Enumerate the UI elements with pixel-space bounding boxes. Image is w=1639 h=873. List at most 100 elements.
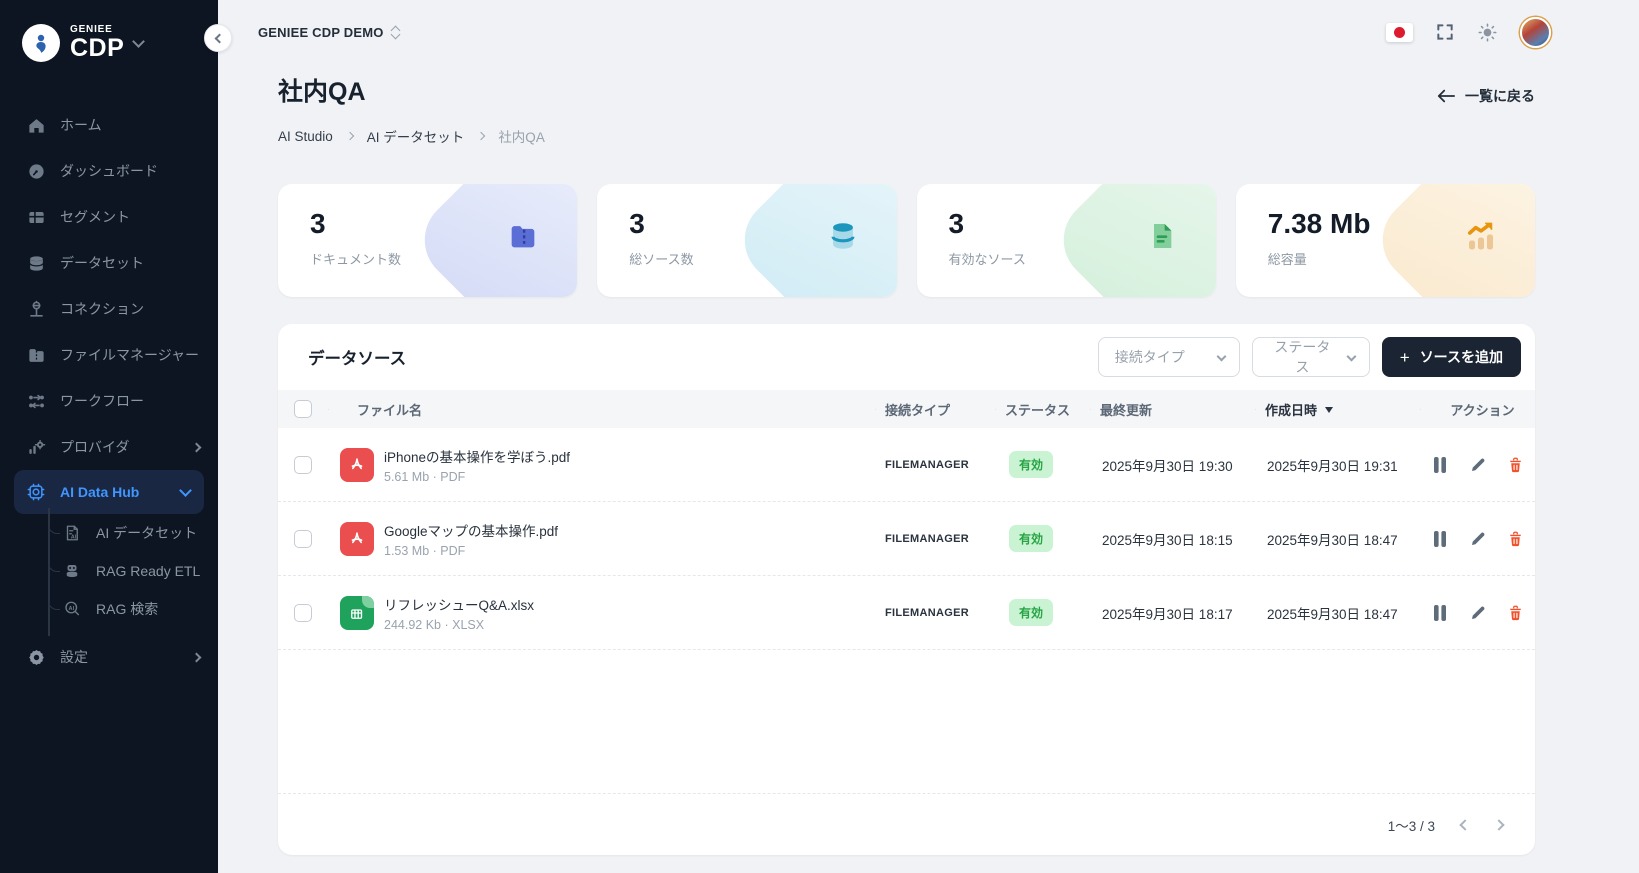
pause-button[interactable]: [1429, 602, 1451, 624]
stat-decoration: [408, 184, 578, 297]
chevron-down-icon: [1216, 351, 1226, 361]
sidebar-item-label: プロバイダ: [60, 437, 179, 457]
status-badge: 有効: [1009, 451, 1053, 478]
app-root: GENIEE CDP ホーム ダッシュボード セグメント データセット: [0, 0, 1639, 873]
table-header: ファイル名 接続タイプ ステータス 最終更新 作成日時 アクション: [278, 390, 1535, 428]
row-checkbox[interactable]: [294, 456, 312, 474]
sidebar-item-label: RAG 検索: [96, 599, 158, 619]
breadcrumb-ai-dataset[interactable]: AI データセット: [367, 126, 465, 146]
column-last-updated: 最終更新: [1090, 400, 1255, 419]
xlsx-file-icon: [340, 596, 374, 630]
pagination-range: 1〜3 / 3: [1388, 815, 1435, 835]
topbar: GENIEE CDP DEMO: [218, 0, 1639, 58]
last-updated: 2025年9月30日 19:30: [1090, 455, 1255, 475]
file-name: リフレッシューQ&A.xlsx: [384, 594, 534, 614]
sidebar-item-label: ワークフロー: [60, 391, 200, 411]
file-meta: 5.61 Mb · PDF: [384, 470, 570, 484]
status-filter[interactable]: ステータス: [1252, 337, 1370, 377]
row-checkbox[interactable]: [294, 530, 312, 548]
japan-flag-icon[interactable]: [1386, 23, 1413, 42]
sidebar-item-ai-data-hub[interactable]: AI Data Hub: [14, 470, 204, 514]
stat-card-active-sources: 3 有効なソース: [917, 184, 1216, 297]
fullscreen-icon[interactable]: [1435, 22, 1455, 42]
connection-type: FILEMANAGER: [875, 533, 995, 545]
stat-decoration: [727, 184, 897, 297]
breadcrumb-ai-studio[interactable]: AI Studio: [278, 129, 333, 144]
column-created-at[interactable]: 作成日時: [1255, 400, 1420, 419]
sidebar-item-dashboard[interactable]: ダッシュボード: [0, 148, 218, 194]
sidebar-item-rag-search[interactable]: AI RAG 検索: [0, 590, 218, 628]
sources-icon: [823, 216, 863, 256]
sidebar-item-workflow[interactable]: ワークフロー: [0, 378, 218, 424]
created-at: 2025年9月30日 18:47: [1255, 529, 1420, 549]
pdf-file-icon: [340, 448, 374, 482]
sidebar-item-label: 設定: [60, 647, 179, 667]
edit-button[interactable]: [1467, 454, 1489, 476]
sidebar-item-filemanager[interactable]: ファイルマネージャー: [0, 332, 218, 378]
pause-button[interactable]: [1429, 528, 1451, 550]
ai-data-hub-subnav: AI AI データセット RAG Ready ETL AI RAG 検索: [0, 514, 218, 628]
topbar-actions: [1386, 17, 1551, 48]
file-name: Googleマップの基本操作.pdf: [384, 520, 558, 540]
stat-decoration: [1365, 184, 1535, 297]
logo-brand-main: CDP: [70, 36, 124, 61]
delete-button[interactable]: [1505, 602, 1527, 624]
dataset-icon: [26, 253, 46, 273]
connection-type-filter[interactable]: 接続タイプ: [1098, 337, 1240, 377]
pagination: 1〜3 / 3: [278, 793, 1535, 855]
sidebar-item-ai-dataset[interactable]: AI AI データセット: [0, 514, 218, 552]
sidebar-item-label: AI Data Hub: [60, 484, 167, 500]
edit-button[interactable]: [1467, 602, 1489, 624]
status-badge: 有効: [1009, 525, 1053, 552]
ai-dataset-icon: AI: [62, 523, 82, 543]
delete-button[interactable]: [1505, 454, 1527, 476]
delete-button[interactable]: [1505, 528, 1527, 550]
breadcrumb-current: 社内QA: [498, 126, 545, 146]
sidebar-item-segment[interactable]: セグメント: [0, 194, 218, 240]
sidebar-item-label: RAG Ready ETL: [96, 563, 200, 579]
row-checkbox[interactable]: [294, 604, 312, 622]
prev-page-button[interactable]: [1461, 821, 1469, 829]
column-status: ステータス: [995, 400, 1090, 419]
workflow-icon: [26, 391, 46, 411]
sidebar-item-dataset[interactable]: データセット: [0, 240, 218, 286]
pause-button[interactable]: [1429, 454, 1451, 476]
page-header: 社内QA 一覧に戻る: [218, 72, 1639, 108]
back-to-list-link[interactable]: 一覧に戻る: [1437, 86, 1535, 106]
sidebar-item-label: データセット: [60, 253, 200, 273]
sidebar-item-connection[interactable]: コネクション: [0, 286, 218, 332]
select-all-checkbox[interactable]: [294, 400, 312, 418]
stat-card-total-sources: 3 総ソース数: [597, 184, 896, 297]
select-arrows-icon: [392, 27, 399, 38]
workspace-selector[interactable]: GENIEE CDP DEMO: [258, 25, 399, 40]
logo-chevron-down-icon: [132, 35, 145, 48]
brightness-icon[interactable]: [1477, 22, 1498, 43]
sidebar-item-rag-ready-etl[interactable]: RAG Ready ETL: [0, 552, 218, 590]
table-row: iPhoneの基本操作を学ぼう.pdf 5.61 Mb · PDF FILEMA…: [278, 428, 1535, 502]
sidebar-item-label: ファイルマネージャー: [60, 345, 200, 365]
chevron-right-icon: [192, 442, 202, 452]
sidebar-collapse-button[interactable]: [204, 24, 232, 52]
column-label: 作成日時: [1265, 400, 1317, 419]
svg-text:AI: AI: [69, 606, 75, 612]
sidebar-item-home[interactable]: ホーム: [0, 102, 218, 148]
edit-button[interactable]: [1467, 528, 1489, 550]
page-title: 社内QA: [278, 72, 366, 108]
workspace-logo[interactable]: GENIEE CDP: [0, 0, 218, 72]
avatar[interactable]: [1520, 17, 1551, 48]
stat-decoration: [1046, 184, 1216, 297]
sidebar-item-settings[interactable]: 設定: [0, 634, 218, 680]
chevron-right-icon: [477, 132, 485, 140]
sort-desc-icon: [1325, 407, 1333, 413]
datasource-controls: 接続タイプ ステータス + ソースを追加: [1098, 337, 1521, 377]
workspace-name: GENIEE CDP DEMO: [258, 25, 384, 40]
add-source-button[interactable]: + ソースを追加: [1382, 337, 1521, 377]
stat-cards: 3 ドキュメント数 3 総ソース数 3 有効なソース: [278, 184, 1535, 297]
sidebar-item-provider[interactable]: プロバイダ: [0, 424, 218, 470]
filter-label: ステータス: [1269, 337, 1336, 377]
connection-type: FILEMANAGER: [875, 607, 995, 619]
dashboard-icon: [26, 161, 46, 181]
next-page-button[interactable]: [1495, 821, 1503, 829]
chevron-right-icon: [192, 652, 202, 662]
datasource-card: データソース 接続タイプ ステータス + ソースを追加: [278, 324, 1535, 855]
